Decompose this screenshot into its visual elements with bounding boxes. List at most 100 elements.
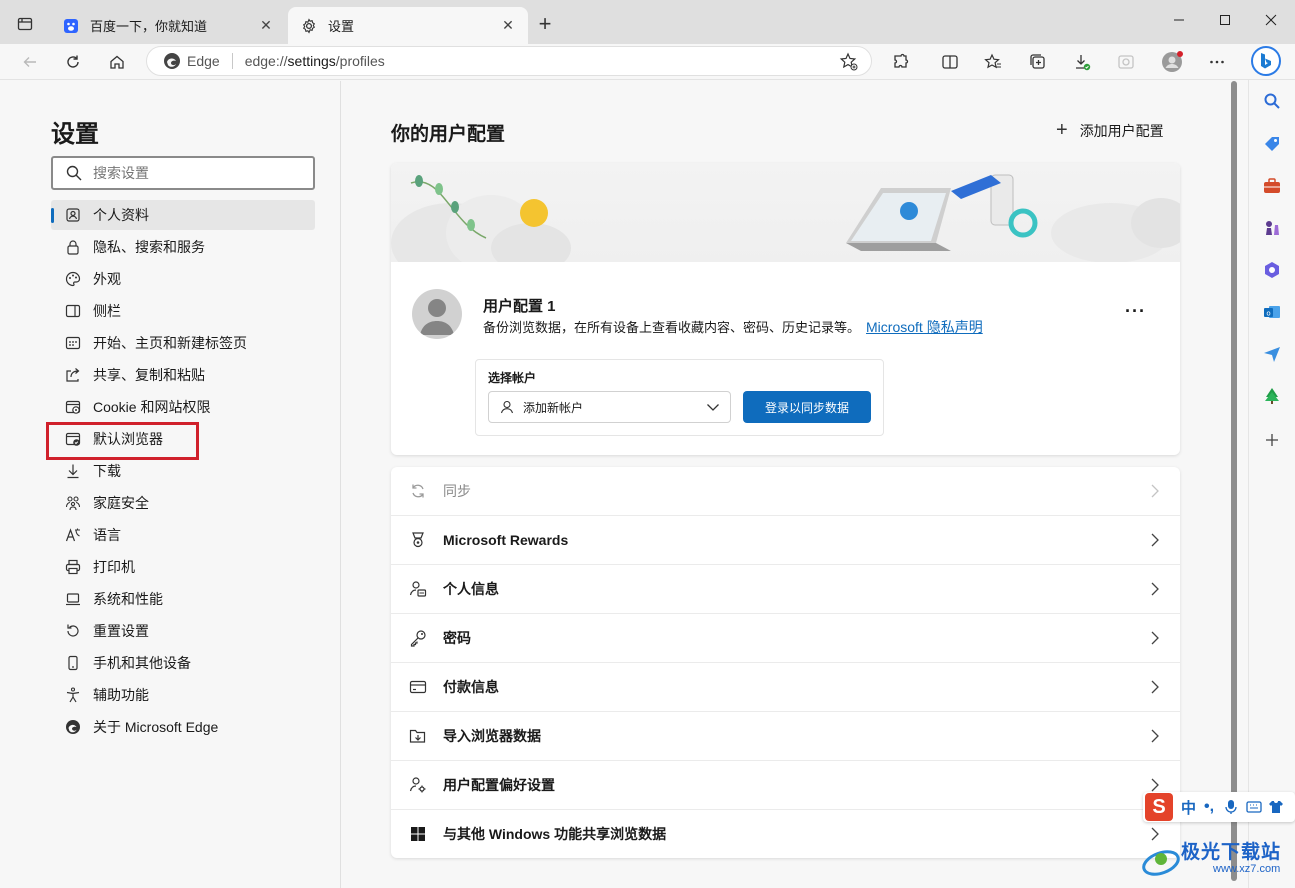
ime-mode[interactable]: 中: [1181, 797, 1196, 818]
sidebar-icon: [64, 302, 82, 320]
tab-actions-button[interactable]: [10, 10, 40, 38]
privacy-statement-link[interactable]: Microsoft 隐私声明: [866, 319, 983, 335]
nav-item-6[interactable]: 共享、复制和粘贴: [51, 360, 315, 390]
back-button[interactable]: [16, 48, 44, 76]
share-icon: [64, 366, 82, 384]
sidebar-outlook-button[interactable]: o: [1259, 299, 1285, 325]
nav-item-4[interactable]: 侧栏: [51, 296, 315, 326]
scrollbar-thumb[interactable]: [1231, 81, 1237, 881]
settings-row-label: 密码: [443, 630, 471, 646]
ime-toolbar[interactable]: S 中 •,: [1143, 792, 1295, 822]
extensions-button[interactable]: [887, 48, 915, 76]
nav-item-10[interactable]: 家庭安全: [51, 488, 315, 518]
sidebar-shopping-button[interactable]: [1259, 131, 1285, 157]
sidebar-tools-button[interactable]: [1259, 173, 1285, 199]
sidebar-search-button[interactable]: [1259, 88, 1285, 114]
sidebar-tree-button[interactable]: [1259, 383, 1285, 409]
nav-item-2[interactable]: 隐私、搜索和服务: [51, 232, 315, 262]
settings-row-8[interactable]: 与其他 Windows 功能共享浏览数据: [391, 810, 1180, 858]
chevron-right-icon: [1148, 581, 1162, 600]
ime-punctuation[interactable]: •,: [1204, 798, 1214, 816]
cookie-icon: [64, 398, 82, 416]
nav-item-label: 个人资料: [93, 207, 149, 223]
chevron-right-icon: [1148, 630, 1162, 649]
baidu-icon: [62, 17, 80, 35]
add-profile-button[interactable]: + 添加用户配置: [1056, 119, 1164, 142]
more-icon: [1210, 60, 1224, 64]
settings-row-label: 同步: [443, 483, 471, 499]
tab-baidu[interactable]: 百度一下，你就知道 ✕: [50, 7, 286, 44]
search-settings-field[interactable]: [51, 156, 315, 190]
scrollbar[interactable]: [1229, 81, 1241, 888]
settings-row-5[interactable]: 付款信息: [391, 663, 1180, 712]
sidebar-send-button[interactable]: [1259, 341, 1285, 367]
settings-row-6[interactable]: 导入浏览器数据: [391, 712, 1180, 761]
add-favorite-icon[interactable]: [839, 52, 859, 72]
key-icon: [408, 628, 428, 648]
nav-item-label: 隐私、搜索和服务: [93, 239, 205, 255]
favorites-button[interactable]: [979, 48, 1007, 76]
avatar-icon: [420, 299, 454, 335]
browser-essentials-button[interactable]: [1112, 48, 1140, 76]
close-icon: [1265, 14, 1277, 26]
nav-item-label: 外观: [93, 271, 121, 287]
toolbar: Edge edge://settings/profiles: [0, 44, 1295, 80]
nav-item-15[interactable]: 手机和其他设备: [51, 648, 315, 678]
nav-item-14[interactable]: 重置设置: [51, 616, 315, 646]
collections-button[interactable]: [1024, 48, 1052, 76]
nav-item-11[interactable]: 语言: [51, 520, 315, 550]
nav-item-16[interactable]: 辅助功能: [51, 680, 315, 710]
nav-item-12[interactable]: 打印机: [51, 552, 315, 582]
sidebar-office-button[interactable]: [1259, 257, 1285, 283]
settings-row-7[interactable]: 用户配置偏好设置: [391, 761, 1180, 810]
bing-chat-button[interactable]: [1249, 44, 1283, 78]
account-select[interactable]: 添加新帐户: [488, 391, 731, 423]
nav-item-label: 手机和其他设备: [93, 655, 191, 671]
minimize-button[interactable]: [1156, 0, 1202, 40]
nav-item-label: 侧栏: [93, 303, 121, 319]
settings-row-3[interactable]: 个人信息: [391, 565, 1180, 614]
maximize-button[interactable]: [1202, 0, 1248, 40]
downloads-button[interactable]: [1068, 48, 1096, 76]
download-icon: [1076, 55, 1091, 71]
nav-item-label: Cookie 和网站权限: [93, 399, 211, 415]
nav-item-label: 打印机: [93, 559, 135, 575]
close-icon[interactable]: ✕: [258, 17, 274, 34]
refresh-button[interactable]: [59, 48, 87, 76]
main-content: 你的用户配置 + 添加用户配置 用户配置 1 备份浏览数据，在所有设备上查看收藏…: [342, 81, 1229, 888]
settings-row-2[interactable]: Microsoft Rewards: [391, 516, 1180, 565]
bing-icon: [1251, 46, 1281, 76]
home-button[interactable]: [103, 48, 131, 76]
new-tab-button[interactable]: +: [532, 12, 558, 38]
profile-more-button[interactable]: ···: [1125, 301, 1146, 322]
tab-settings[interactable]: 设置 ✕: [288, 7, 528, 44]
lock-icon: [64, 238, 82, 256]
search-icon: [1264, 93, 1280, 109]
nav-item-3[interactable]: 外观: [51, 264, 315, 294]
sidebar-games-button[interactable]: [1259, 215, 1285, 241]
keyboard-icon: [1246, 801, 1262, 813]
sidebar-add-button[interactable]: [1259, 427, 1285, 453]
settings-row-label: 导入浏览器数据: [443, 728, 541, 744]
nav-item-1[interactable]: 个人资料: [51, 200, 315, 230]
nav-item-7[interactable]: Cookie 和网站权限: [51, 392, 315, 422]
close-icon[interactable]: ✕: [500, 17, 516, 34]
nav-item-17[interactable]: 关于 Microsoft Edge: [51, 712, 315, 742]
close-window-button[interactable]: [1248, 0, 1294, 40]
nav-item-5[interactable]: 开始、主页和新建标签页: [51, 328, 315, 358]
nav-item-13[interactable]: 系统和性能: [51, 584, 315, 614]
profile-button[interactable]: [1158, 48, 1186, 76]
settings-row-4[interactable]: 密码: [391, 614, 1180, 663]
nav-item-label: 辅助功能: [93, 687, 149, 703]
more-menu-button[interactable]: [1203, 48, 1231, 76]
tag-icon: [1265, 137, 1279, 151]
search-input[interactable]: [93, 165, 293, 181]
svg-text:o: o: [1266, 310, 1270, 318]
split-screen-button[interactable]: [936, 48, 964, 76]
nav-item-9[interactable]: 下载: [51, 456, 315, 486]
puzzle-icon: [894, 53, 909, 68]
user-icon: [500, 400, 514, 414]
address-bar[interactable]: Edge edge://settings/profiles: [146, 46, 872, 76]
rewards-icon: [408, 530, 428, 550]
sign-in-sync-button[interactable]: 登录以同步数据: [743, 391, 871, 423]
